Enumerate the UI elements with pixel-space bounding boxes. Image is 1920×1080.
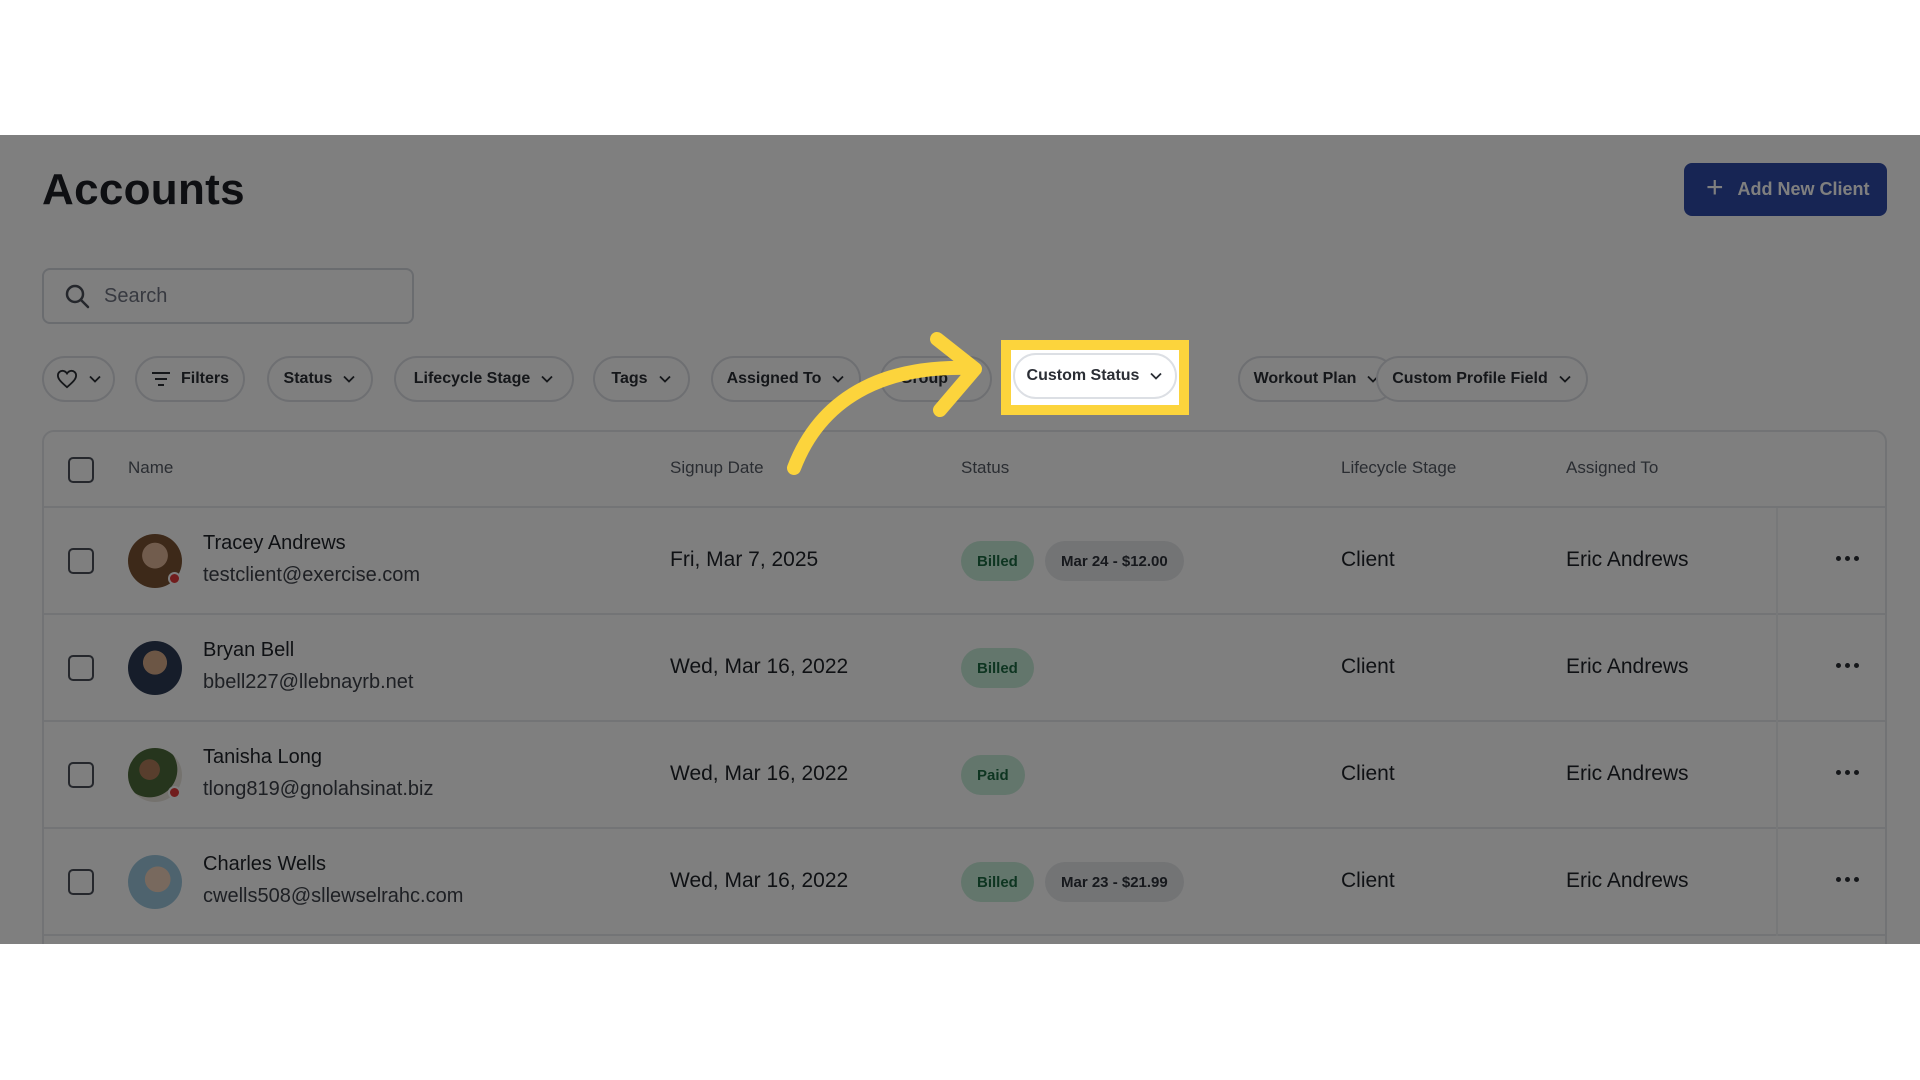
chip-label: Assigned To <box>726 370 822 387</box>
column-header-signup-date[interactable]: Signup Date <box>670 458 764 478</box>
table-row[interactable]: Bryan Bell bbell227@llebnayrb.net Wed, M… <box>44 615 1885 722</box>
group-filter-chip[interactable]: Group <box>880 356 992 402</box>
status-filter-chip[interactable]: Status <box>267 356 373 402</box>
chevron-down-icon <box>1150 372 1163 380</box>
client-name[interactable]: Tracey Andrews <box>203 532 346 555</box>
avatar <box>128 641 182 695</box>
chevron-down-icon <box>658 375 671 383</box>
client-name[interactable]: Bryan Bell <box>203 639 294 662</box>
filters-button[interactable]: Filters <box>135 356 245 402</box>
column-divider <box>1776 722 1778 829</box>
status-badge: Billed <box>961 648 1034 688</box>
avatar <box>128 855 182 909</box>
client-email: testclient@exercise.com <box>203 564 421 586</box>
lifecycle-stage-filter-chip[interactable]: Lifecycle Stage <box>394 356 574 402</box>
search-placeholder: Search <box>104 284 168 307</box>
more-options-icon[interactable] <box>1830 752 1864 792</box>
status-badge: Billed <box>961 541 1034 581</box>
column-header-assigned-to[interactable]: Assigned To <box>1566 458 1658 478</box>
more-options-icon[interactable] <box>1830 859 1864 899</box>
signup-date: Fri, Mar 7, 2025 <box>670 548 819 571</box>
column-header-lifecycle-stage[interactable]: Lifecycle Stage <box>1341 458 1456 478</box>
chevron-down-icon <box>88 375 101 383</box>
table-row[interactable]: Tracey Andrews testclient@exercise.com F… <box>44 508 1885 615</box>
chevron-down-icon <box>343 375 356 383</box>
table-header: Name Signup Date Status Lifecycle Stage … <box>44 432 1885 508</box>
column-divider <box>1776 508 1778 615</box>
row-checkbox[interactable] <box>68 762 94 788</box>
column-divider <box>1776 829 1778 936</box>
table-row[interactable]: Tanisha Long tlong819@gnolahsinat.biz We… <box>44 722 1885 829</box>
search-icon <box>65 284 90 309</box>
lifecycle-stage: Client <box>1341 869 1395 892</box>
assigned-to: Eric Andrews <box>1566 655 1689 678</box>
custom-status-filter-chip[interactable]: Custom Status <box>1013 353 1177 399</box>
chevron-down-icon <box>541 375 553 383</box>
add-new-client-button[interactable]: + Add New Client <box>1684 163 1887 216</box>
filter-lines-icon <box>151 372 170 386</box>
column-header-name[interactable]: Name <box>128 458 173 478</box>
plus-icon: + <box>1706 171 1724 204</box>
accounts-table: Name Signup Date Status Lifecycle Stage … <box>42 430 1887 944</box>
status-dot <box>168 786 181 799</box>
status-badge: Paid <box>961 755 1025 795</box>
lifecycle-stage: Client <box>1341 762 1395 785</box>
highlight-box: Custom Status <box>1001 340 1189 415</box>
status-dot <box>168 572 181 585</box>
heart-icon <box>56 369 77 389</box>
select-all-checkbox[interactable] <box>68 457 94 483</box>
row-checkbox[interactable] <box>68 548 94 574</box>
chip-label: Workout Plan <box>1253 370 1357 387</box>
chip-label: Tags <box>611 370 648 387</box>
row-checkbox[interactable] <box>68 869 94 895</box>
chevron-down-icon <box>959 375 971 383</box>
more-options-icon[interactable] <box>1830 538 1864 578</box>
screen: Accounts + Add New Client Search Filters… <box>0 0 1920 1080</box>
more-options-icon[interactable] <box>1830 645 1864 685</box>
signup-date: Wed, Mar 16, 2022 <box>670 655 849 678</box>
signup-date: Wed, Mar 16, 2022 <box>670 762 849 785</box>
page-title: Accounts <box>42 165 245 214</box>
row-checkbox[interactable] <box>68 655 94 681</box>
client-email: cwells508@sllewselrahc.com <box>203 885 464 907</box>
chevron-down-icon <box>832 375 845 383</box>
chevron-down-icon <box>1559 375 1571 383</box>
workout-plan-filter-chip[interactable]: Workout Plan <box>1238 356 1396 402</box>
client-email: bbell227@llebnayrb.net <box>203 671 414 693</box>
chip-label: Custom Status <box>1026 367 1140 384</box>
chip-label: Status <box>283 370 333 387</box>
lifecycle-stage: Client <box>1341 548 1395 571</box>
assigned-to-filter-chip[interactable]: Assigned To <box>711 356 861 402</box>
custom-profile-field-filter-chip[interactable]: Custom Profile Field <box>1376 356 1588 402</box>
assigned-to: Eric Andrews <box>1566 869 1689 892</box>
search-field[interactable]: Search <box>42 268 414 324</box>
tags-filter-chip[interactable]: Tags <box>593 356 690 402</box>
client-name[interactable]: Tanisha Long <box>203 746 322 769</box>
client-email: tlong819@gnolahsinat.biz <box>203 778 434 800</box>
favorites-filter-chip[interactable] <box>42 356 115 402</box>
accounts-page: Accounts + Add New Client Search Filters… <box>0 135 1920 944</box>
chip-label: Lifecycle Stage <box>413 370 531 387</box>
assigned-to: Eric Andrews <box>1566 762 1689 785</box>
billing-info-pill: Mar 23 - $21.99 <box>1045 862 1184 902</box>
status-badge: Billed <box>961 862 1034 902</box>
billing-info-pill: Mar 24 - $12.00 <box>1045 541 1184 581</box>
client-name[interactable]: Charles Wells <box>203 853 326 876</box>
column-divider <box>1776 615 1778 722</box>
lifecycle-stage: Client <box>1341 655 1395 678</box>
filters-label: Filters <box>180 370 229 387</box>
chip-label: Custom Profile Field <box>1392 370 1548 387</box>
column-header-status[interactable]: Status <box>961 458 1009 478</box>
chip-label: Group <box>900 370 948 387</box>
table-row[interactable]: Charles Wells cwells508@sllewselrahc.com… <box>44 829 1885 936</box>
assigned-to: Eric Andrews <box>1566 548 1689 571</box>
add-new-client-label: Add New Client <box>1737 179 1870 199</box>
signup-date: Wed, Mar 16, 2022 <box>670 869 849 892</box>
